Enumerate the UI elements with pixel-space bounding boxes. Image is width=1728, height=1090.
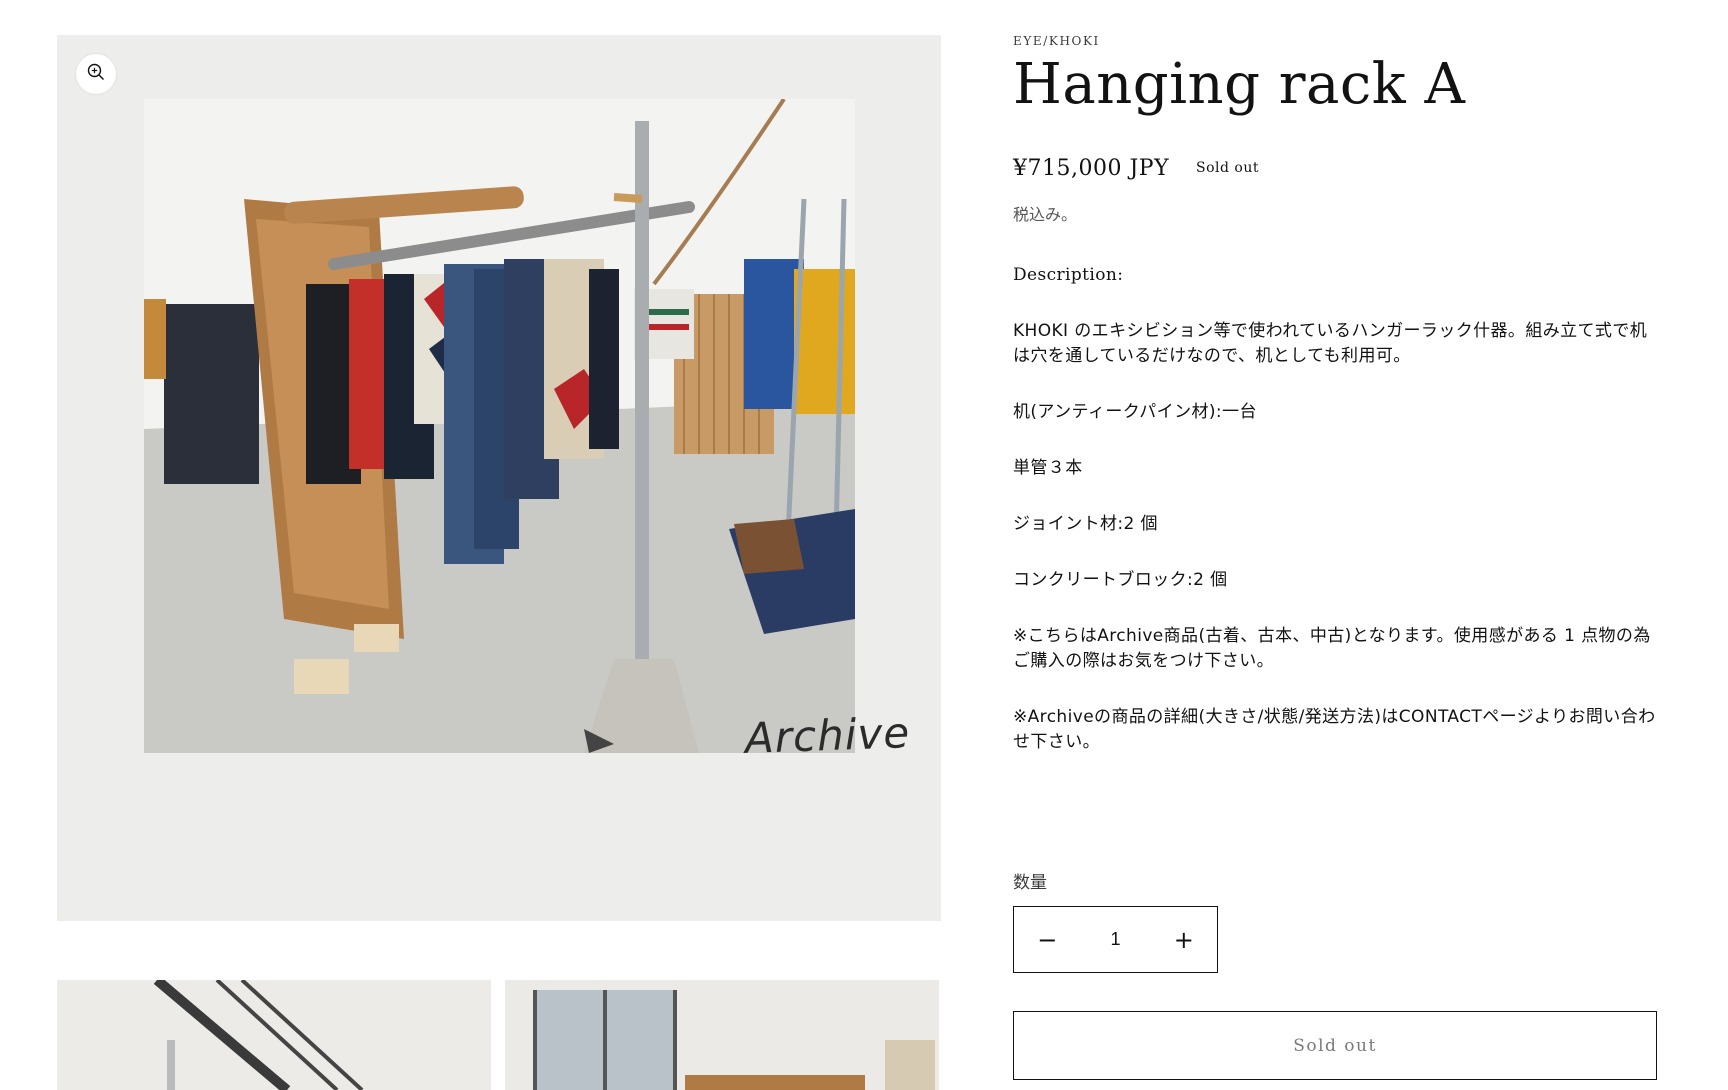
quantity-stepper: − + <box>1013 906 1218 973</box>
quantity-label: 数量 <box>1013 873 1047 893</box>
gallery-thumbnail[interactable] <box>505 980 939 1090</box>
quantity-input[interactable] <box>1080 906 1151 973</box>
product-title: Hanging rack A <box>1013 52 1466 117</box>
product-vendor: EYE/KHOKI <box>1013 34 1100 48</box>
description-paragraph: ※Archiveの商品の詳細(大きさ/状態/発送方法)はCONTACTページより… <box>1013 707 1656 752</box>
gallery-thumbnail[interactable] <box>57 980 491 1090</box>
product-price: ¥715,000 JPY <box>1013 156 1170 181</box>
description-paragraph: 机(アンティークパイン材):一台 <box>1013 402 1257 422</box>
product-main-media[interactable]: Archive <box>57 35 941 921</box>
zoom-button[interactable] <box>76 54 116 94</box>
description-paragraph: コンクリートブロック:2 個 <box>1013 570 1228 590</box>
product-description: Description: KHOKI のエキシビション等で使われているハンガーラ… <box>1013 263 1663 786</box>
description-paragraph: ※こちらはArchive商品(古着、古本、中古)となります。使用感がある 1 点… <box>1013 626 1651 671</box>
zoom-in-icon <box>86 62 106 86</box>
sold-out-badge: Sold out <box>1196 160 1259 176</box>
product-photo <box>144 99 855 753</box>
archive-watermark: Archive <box>744 708 911 763</box>
tax-note: 税込み。 <box>1013 205 1078 224</box>
description-paragraph: 単管３本 <box>1013 458 1083 478</box>
decrease-quantity-button[interactable]: − <box>1014 907 1081 972</box>
increase-quantity-button[interactable]: + <box>1151 907 1218 972</box>
description-paragraph: ジョイント材:2 個 <box>1013 514 1158 534</box>
description-paragraph: KHOKI のエキシビション等で使われているハンガーラック什器。組み立て式で机は… <box>1013 321 1648 366</box>
description-heading: Description: <box>1013 265 1124 285</box>
sold-out-button[interactable]: Sold out <box>1013 1011 1657 1080</box>
